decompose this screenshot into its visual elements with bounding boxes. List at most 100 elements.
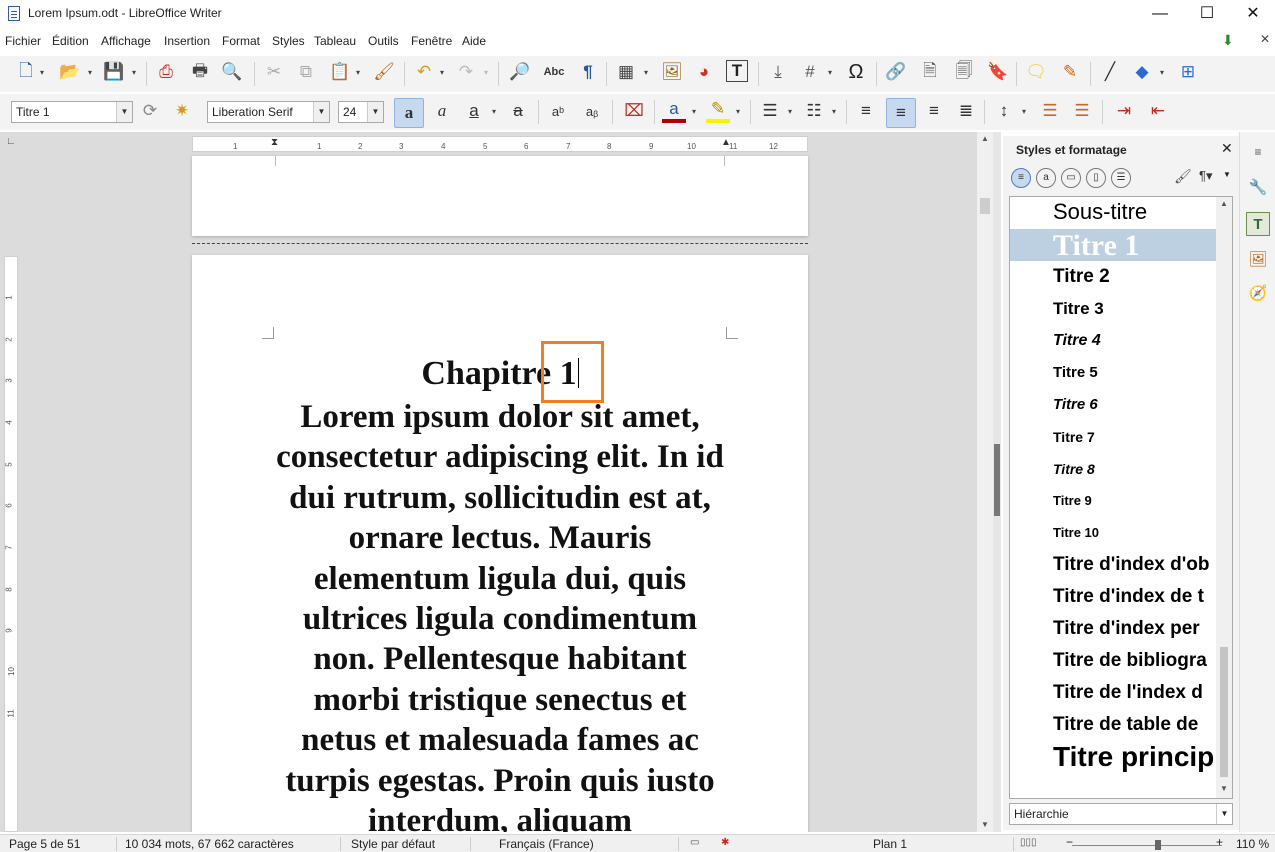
menu-tableau[interactable]: Tableau <box>314 34 356 48</box>
menu-styles[interactable]: Styles <box>272 34 305 48</box>
minimize-button[interactable]: — <box>1137 0 1183 28</box>
style-item[interactable]: Titre 2 <box>1010 261 1216 293</box>
save-icon[interactable]: 💾 <box>102 60 126 84</box>
navigator-compass-icon[interactable]: 🧭 <box>1246 282 1270 306</box>
endnote-icon[interactable]: 🗐 <box>952 60 976 84</box>
style-item[interactable]: Titre de bibliogra <box>1010 645 1216 677</box>
frame-styles-icon[interactable]: ▭ <box>1061 168 1081 188</box>
spelling-icon[interactable]: Abc <box>542 60 566 84</box>
menu-fenetre[interactable]: Fenêtre <box>411 34 452 48</box>
zoom-in-icon[interactable]: + <box>1216 835 1223 849</box>
zoom-slider[interactable] <box>1072 845 1222 846</box>
paste-icon[interactable]: 📋 <box>328 60 352 84</box>
footnote-icon[interactable]: 🗎 <box>918 60 942 84</box>
insert-page-break-icon[interactable]: ⤓ <box>766 60 790 84</box>
sidebar-close-button[interactable]: ✕ <box>1221 140 1233 157</box>
underline-icon[interactable]: a <box>462 99 486 123</box>
scrollbar-thumb[interactable] <box>1220 647 1228 777</box>
indent-marker-icon[interactable]: ⧗ <box>271 137 278 148</box>
export-pdf-icon[interactable]: ⎙ <box>154 60 178 84</box>
undo-icon[interactable]: ↶ <box>412 60 436 84</box>
italic-icon[interactable]: a <box>430 99 454 123</box>
justify-icon[interactable]: ≣ <box>954 99 978 123</box>
align-right-icon[interactable]: ≡ <box>922 99 946 123</box>
style-item[interactable]: Titre de l'index d <box>1010 677 1216 709</box>
paste-dropdown-icon[interactable]: ▾ <box>356 60 364 84</box>
scrollbar-thumb[interactable] <box>980 198 990 214</box>
insert-image-icon[interactable]: 🖼 <box>660 60 684 84</box>
bold-icon[interactable]: a <box>394 98 424 128</box>
style-item[interactable]: Titre 6 <box>1010 389 1216 421</box>
insert-textbox-icon[interactable]: T <box>726 60 748 82</box>
horizontal-ruler[interactable]: 1 ⧗ 1 2 3 4 5 6 7 8 9 10 ▲ 11 12 <box>192 136 808 152</box>
menu-insertion[interactable]: Insertion <box>164 34 210 48</box>
maximize-button[interactable]: ☐ <box>1184 0 1230 28</box>
page-style[interactable]: Style par défaut <box>351 837 435 851</box>
page-indicator[interactable]: Page 5 de 51 <box>9 837 80 851</box>
scroll-up-icon[interactable]: ▲ <box>981 134 989 143</box>
strikethrough-icon[interactable]: a <box>506 99 530 123</box>
numbered-dropdown-icon[interactable]: ▾ <box>832 99 840 123</box>
list-styles-icon[interactable]: ☰ <box>1111 168 1131 188</box>
track-changes-icon[interactable]: ✎ <box>1058 60 1082 84</box>
vertical-ruler[interactable]: 1 2 3 4 5 6 7 8 9 10 11 <box>4 256 18 832</box>
align-center-icon[interactable]: ≡ <box>886 98 916 128</box>
style-item[interactable]: Titre 10 <box>1010 517 1216 549</box>
line-spacing-dropdown-icon[interactable]: ▾ <box>1022 99 1030 123</box>
hyperlink-icon[interactable]: 🔗 <box>884 60 908 84</box>
properties-wrench-icon[interactable]: 🔧 <box>1246 176 1270 200</box>
subscript-icon[interactable]: aᵦ <box>580 99 604 123</box>
style-item[interactable]: Titre d'index de t <box>1010 581 1216 613</box>
highlight-dropdown-icon[interactable]: ▾ <box>736 99 744 123</box>
tab-stop-selector[interactable]: ∟ <box>6 136 16 147</box>
styles-tab-icon[interactable]: T <box>1246 212 1270 236</box>
print-preview-icon[interactable]: 🔍 <box>220 60 244 84</box>
line-spacing-icon[interactable]: ↕ <box>992 99 1016 123</box>
underline-dropdown-icon[interactable]: ▾ <box>492 99 500 123</box>
new-dropdown-icon[interactable]: ▾ <box>40 60 48 84</box>
menu-fichier[interactable]: Fichier <box>5 34 41 48</box>
field-dropdown-icon[interactable]: ▾ <box>828 60 836 84</box>
formatting-marks-icon[interactable]: ¶ <box>576 60 600 84</box>
document-area[interactable]: ∟ 1 ⧗ 1 2 3 4 5 6 7 8 9 10 ▲ 11 12 1 2 3… <box>0 132 993 832</box>
font-color-dropdown-icon[interactable]: ▾ <box>692 99 700 123</box>
superscript-icon[interactable]: aᵇ <box>546 99 570 123</box>
document-modified-icon[interactable]: ✱ <box>721 837 729 848</box>
gallery-icon[interactable]: 🖼 <box>1246 248 1270 272</box>
style-item[interactable]: Sous-titre <box>1010 197 1216 229</box>
style-actions-dropdown-icon[interactable]: ▼ <box>1223 170 1231 179</box>
menu-edition[interactable]: Édition <box>52 34 89 48</box>
open-folder-icon[interactable]: 📂 <box>58 60 82 84</box>
increase-paragraph-spacing-icon[interactable]: ☰ <box>1038 99 1062 123</box>
sidebar-splitter[interactable] <box>993 132 1001 832</box>
highlight-color-icon[interactable]: ✎ <box>706 99 730 123</box>
redo-dropdown-icon[interactable]: ▾ <box>484 60 492 84</box>
style-item[interactable]: Titre 7 <box>1010 421 1216 453</box>
find-replace-icon[interactable]: 🔎 <box>508 60 532 84</box>
bullet-dropdown-icon[interactable]: ▾ <box>788 99 796 123</box>
update-download-icon[interactable]: ⬇ <box>1222 32 1234 49</box>
bookmark-icon[interactable]: 🔖 <box>986 60 1010 84</box>
style-item[interactable]: Titre 5 <box>1010 357 1216 389</box>
previous-page[interactable] <box>192 156 808 236</box>
menu-aide[interactable]: Aide <box>462 34 486 48</box>
view-layout-icon[interactable]: ▯▯▯ <box>1020 837 1037 848</box>
scroll-down-icon[interactable]: ▼ <box>981 820 989 829</box>
save-dropdown-icon[interactable]: ▾ <box>132 60 140 84</box>
style-item[interactable]: Titre 9 <box>1010 485 1216 517</box>
current-page[interactable]: Chapitre 1 Lorem ipsum dolor sit amet, c… <box>192 255 808 832</box>
scroll-down-icon[interactable]: ▼ <box>1220 784 1228 793</box>
numbered-list-icon[interactable]: ☷ <box>802 99 826 123</box>
fill-format-mode-icon[interactable]: 🖌 <box>1174 168 1192 185</box>
increase-indent-icon[interactable]: ⇥ <box>1112 99 1136 123</box>
font-name-combo[interactable]: Liberation Serif ▼ <box>207 101 330 123</box>
insert-line-icon[interactable]: ╱ <box>1098 60 1122 84</box>
page-styles-icon[interactable]: ▯ <box>1086 168 1106 188</box>
open-dropdown-icon[interactable]: ▾ <box>88 60 96 84</box>
chapter-heading[interactable]: Chapitre 1 <box>192 355 808 393</box>
menu-format[interactable]: Format <box>222 34 260 48</box>
zoom-level[interactable]: 110 % <box>1236 837 1269 851</box>
special-character-icon[interactable]: Ω <box>844 60 868 84</box>
close-window-button[interactable]: ✕ <box>1230 0 1275 28</box>
body-paragraph[interactable]: Lorem ipsum dolor sit amet, consectetur … <box>272 397 728 832</box>
